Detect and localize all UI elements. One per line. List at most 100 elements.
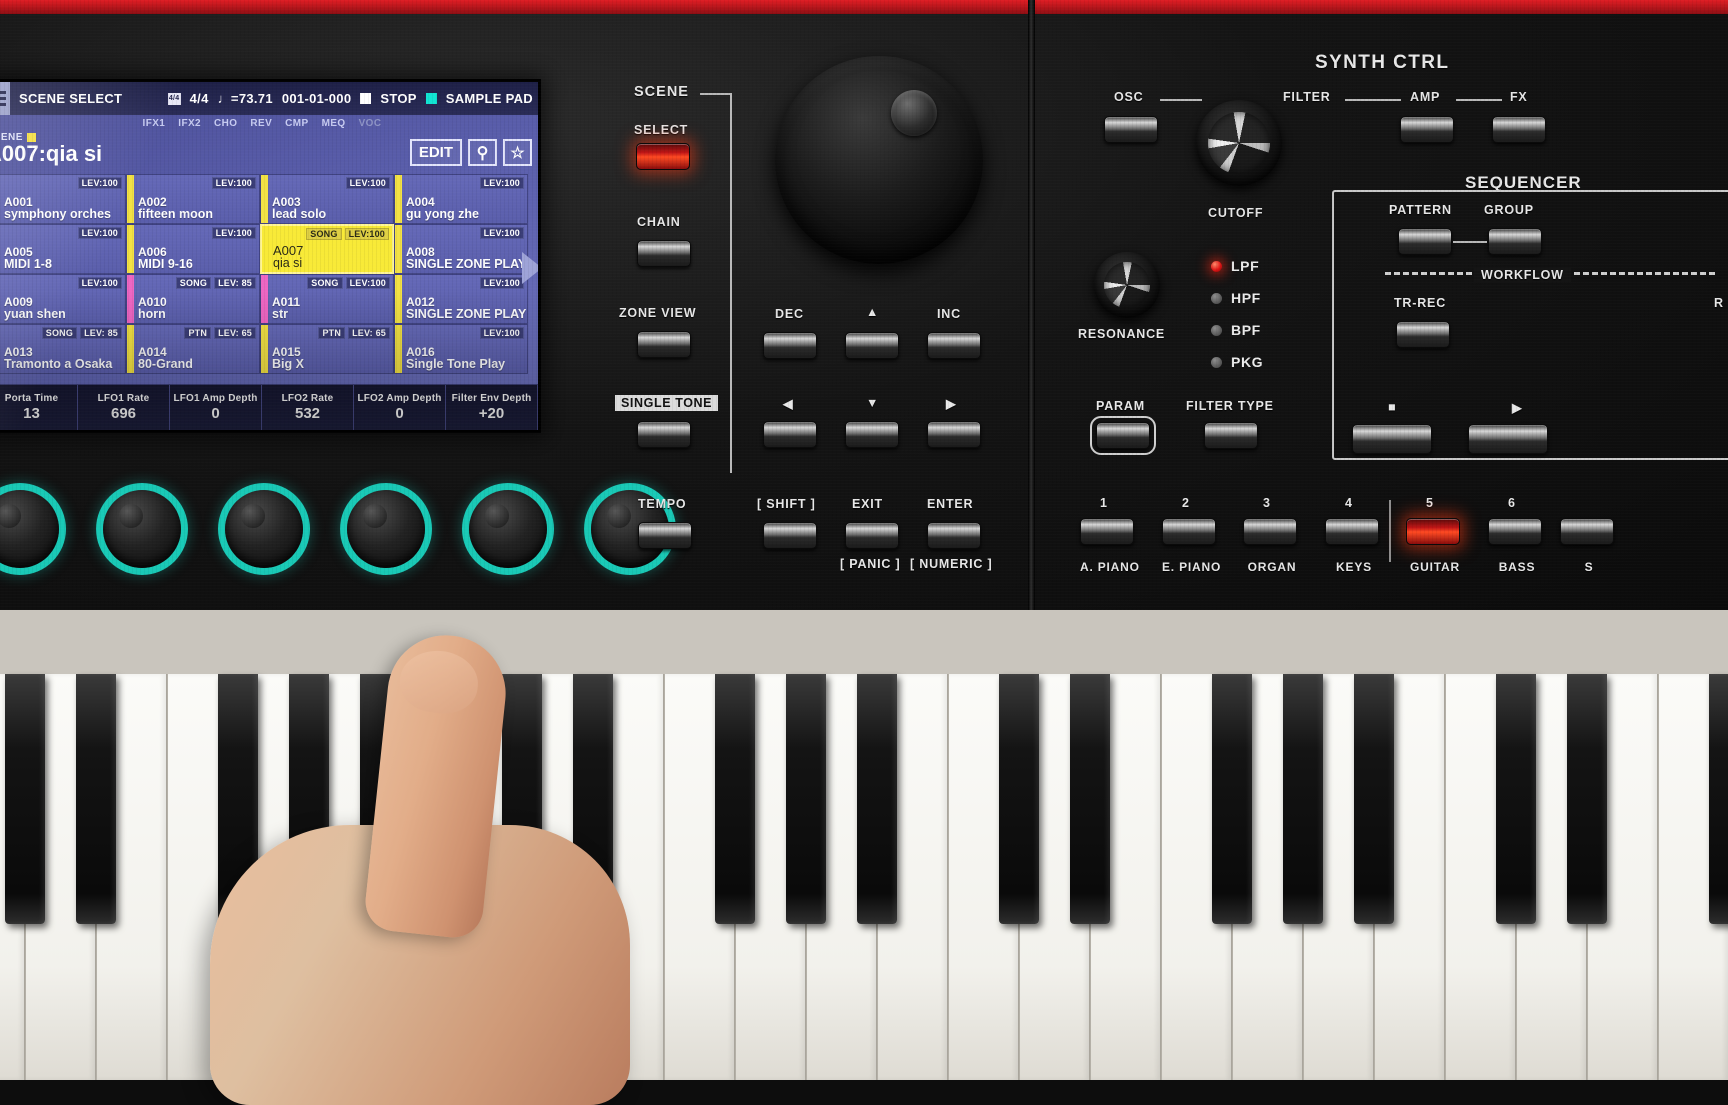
parameter-strip[interactable]: Porta Time 13 LFO1 Rate 696 LFO1 Amp Depth 0 L… <box>0 384 538 430</box>
resonance-label: RESONANCE <box>1078 327 1166 341</box>
black-key[interactable] <box>1709 674 1728 924</box>
assign-knob-2[interactable] <box>96 483 188 575</box>
search-icon[interactable]: ⚲ <box>468 139 497 166</box>
sequencer-play-button[interactable] <box>1468 424 1548 454</box>
pattern-button[interactable] <box>1398 228 1452 255</box>
black-key[interactable] <box>786 674 826 924</box>
single-tone-button[interactable] <box>637 421 691 448</box>
black-key[interactable] <box>1354 674 1394 924</box>
cursor-left-button[interactable] <box>763 421 817 448</box>
black-key[interactable] <box>5 674 45 924</box>
black-key[interactable] <box>1567 674 1607 924</box>
osc-button[interactable] <box>1104 116 1158 143</box>
star-icon[interactable]: ☆ <box>503 139 532 166</box>
black-key[interactable] <box>1496 674 1536 924</box>
tempo-value: ♩=73.71 <box>217 91 273 106</box>
hamburger-icon[interactable] <box>0 82 10 115</box>
scene-cell-a012[interactable]: LEV:100 A012 SINGLE ZONE PLAY <box>394 274 528 324</box>
scene-cell-badge: SONG <box>306 228 342 240</box>
tone-button-s[interactable] <box>1560 518 1614 545</box>
black-key[interactable] <box>999 674 1039 924</box>
scene-cell-a007[interactable]: SONG LEV:100 A007 qia si <box>260 224 394 274</box>
fx-button[interactable] <box>1492 116 1546 143</box>
assign-knob-3[interactable] <box>218 483 310 575</box>
scene-cell-a010[interactable]: SONG LEV: 85 A010 horn <box>126 274 260 324</box>
inc-button[interactable] <box>927 332 981 359</box>
pattern-group-rule <box>1453 241 1487 243</box>
assign-knob-4[interactable] <box>340 483 432 575</box>
tone-button-a-piano[interactable] <box>1080 518 1134 545</box>
black-key[interactable] <box>1070 674 1110 924</box>
amp-rule <box>1456 99 1502 101</box>
scene-cell-a004[interactable]: LEV:100 A004 gu yong zhe <box>394 174 528 224</box>
fx-cho[interactable]: CHO <box>214 118 237 129</box>
dec-button[interactable] <box>763 332 817 359</box>
scene-cell-a002[interactable]: LEV:100 A002 fifteen moon <box>126 174 260 224</box>
scene-cell-a016[interactable]: LEV:100 A016 Single Tone Play <box>394 324 528 374</box>
assign-knob-5[interactable] <box>462 483 554 575</box>
param-cell[interactable]: LFO2 Amp Depth 0 <box>354 385 446 430</box>
black-key[interactable] <box>1212 674 1252 924</box>
param-cell[interactable]: LFO1 Rate 696 <box>78 385 170 430</box>
cutoff-knob[interactable] <box>1196 100 1282 186</box>
scene-cell-a005[interactable]: LEV:100 A005 MIDI 1-8 <box>0 224 126 274</box>
chevron-right-icon[interactable] <box>522 252 538 284</box>
scene-cell-color-bar <box>395 175 402 223</box>
param-cell[interactable]: LFO1 Amp Depth 0 <box>170 385 262 430</box>
scene-cell-a011[interactable]: SONG LEV:100 A011 str <box>260 274 394 324</box>
scene-cell-a013[interactable]: SONG LEV: 85 A013 Tramonto a Osaka <box>0 324 126 374</box>
fx-ifx1[interactable]: IFX1 <box>143 118 166 129</box>
param-cell[interactable]: Filter Env Depth +20 <box>446 385 538 430</box>
scene-cell-a006[interactable]: LEV:100 A006 MIDI 9-16 <box>126 224 260 274</box>
resonance-knob[interactable] <box>1094 252 1160 318</box>
zone-view-button[interactable] <box>637 331 691 358</box>
scene-select-button[interactable] <box>636 143 690 170</box>
scene-grid[interactable]: LEV:100 A001 symphony orches LEV:100 A002 fif… <box>0 174 528 374</box>
cursor-up-button[interactable] <box>845 332 899 359</box>
amp-button[interactable] <box>1400 116 1454 143</box>
value-dial[interactable] <box>775 56 983 264</box>
tr-rec-button[interactable] <box>1396 321 1450 348</box>
black-key[interactable] <box>715 674 755 924</box>
black-key[interactable] <box>857 674 897 924</box>
fx-rev[interactable]: REV <box>250 118 272 129</box>
scene-cell-a001[interactable]: LEV:100 A001 symphony orches <box>0 174 126 224</box>
cursor-down-button[interactable] <box>845 421 899 448</box>
param-cell[interactable]: Porta Time 13 <box>0 385 78 430</box>
tone-number-1: 1 <box>1100 496 1108 510</box>
tone-button-e-piano[interactable] <box>1162 518 1216 545</box>
scene-cell-a008[interactable]: LEV:100 A008 SINGLE ZONE PLAY <box>394 224 528 274</box>
tone-number-5: 5 <box>1426 496 1434 510</box>
fx-cmp[interactable]: CMP <box>285 118 308 129</box>
current-scene-name: A007:qia si <box>0 141 103 166</box>
param-cell[interactable]: LFO2 Rate 532 <box>262 385 354 430</box>
filter-type-button[interactable] <box>1204 422 1258 449</box>
chain-button[interactable] <box>637 240 691 267</box>
fx-ifx2[interactable]: IFX2 <box>178 118 201 129</box>
lcd-display[interactable]: SCENE SELECT 4/4 4/4 ♩=73.71 001-01-000 … <box>0 82 538 430</box>
scene-cell-name: A014 80-Grand <box>138 345 193 372</box>
scene-cell-a009[interactable]: LEV:100 A009 yuan shen <box>0 274 126 324</box>
black-key[interactable] <box>1283 674 1323 924</box>
edit-button[interactable]: EDIT <box>409 139 462 166</box>
sequencer-stop-button[interactable] <box>1352 424 1432 454</box>
tone-button-organ[interactable] <box>1243 518 1297 545</box>
assign-knob-1[interactable] <box>0 483 66 575</box>
shift-button[interactable] <box>763 522 817 549</box>
tone-button-keys[interactable] <box>1325 518 1379 545</box>
scene-cell-a015[interactable]: PTN LEV: 65 A015 Big X <box>260 324 394 374</box>
tone-button-guitar[interactable] <box>1406 518 1460 545</box>
param-button[interactable] <box>1090 416 1156 455</box>
scene-cell-a014[interactable]: PTN LEV: 65 A014 80-Grand <box>126 324 260 374</box>
fx-meq[interactable]: MEQ <box>322 118 346 129</box>
exit-button[interactable] <box>845 522 899 549</box>
scene-cell-tags: LEV:100 <box>77 227 122 239</box>
fx-voc[interactable]: VOC <box>359 118 382 129</box>
enter-button[interactable] <box>927 522 981 549</box>
black-key[interactable] <box>76 674 116 924</box>
group-button[interactable] <box>1488 228 1542 255</box>
tempo-button[interactable] <box>638 522 692 549</box>
scene-cell-a003[interactable]: LEV:100 A003 lead solo <box>260 174 394 224</box>
tone-button-bass[interactable] <box>1488 518 1542 545</box>
cursor-right-button[interactable] <box>927 421 981 448</box>
